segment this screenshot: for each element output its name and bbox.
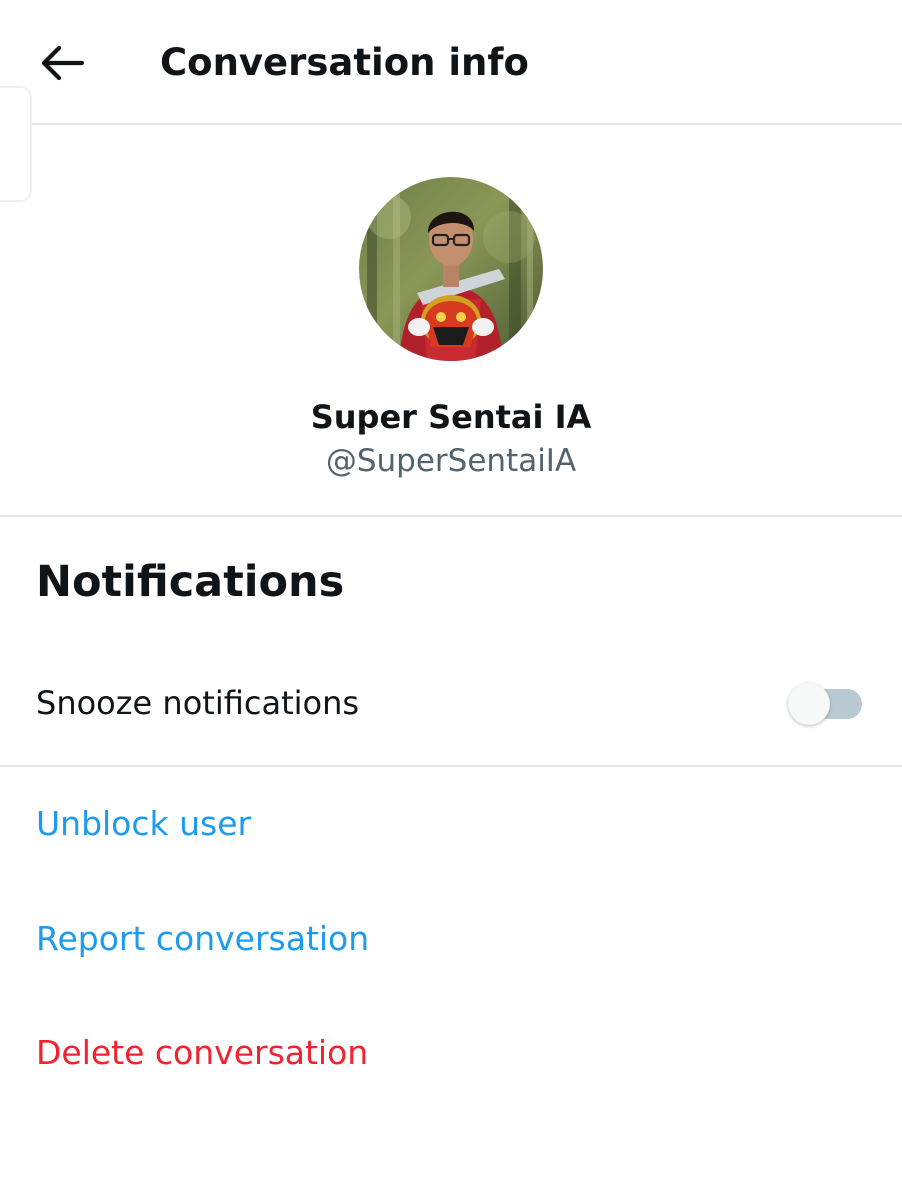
top-bar: Conversation info: [0, 0, 902, 125]
delete-conversation-button[interactable]: Delete conversation: [36, 1030, 368, 1076]
profile-summary: Super Sentai IA @SuperSentaiIA: [0, 125, 902, 517]
profile-handle: @SuperSentaiIA: [325, 443, 577, 479]
profile-name: Super Sentai IA: [310, 398, 592, 436]
back-button[interactable]: [30, 36, 94, 90]
page-title: Conversation info: [160, 41, 529, 84]
avatar[interactable]: [359, 177, 543, 361]
snooze-notifications-row[interactable]: Snooze notifications: [0, 659, 902, 749]
arrow-left-icon: [41, 45, 84, 81]
report-conversation-button[interactable]: Report conversation: [36, 916, 369, 962]
snooze-notifications-label: Snooze notifications: [36, 684, 360, 722]
toggle-knob: [788, 683, 830, 725]
notifications-section: Notifications Snooze notifications: [0, 517, 902, 767]
section-title: Notifications: [36, 557, 345, 607]
avatar-image: [359, 177, 543, 361]
unblock-user-button[interactable]: Unblock user: [36, 801, 251, 847]
snooze-notifications-toggle[interactable]: [788, 683, 864, 725]
